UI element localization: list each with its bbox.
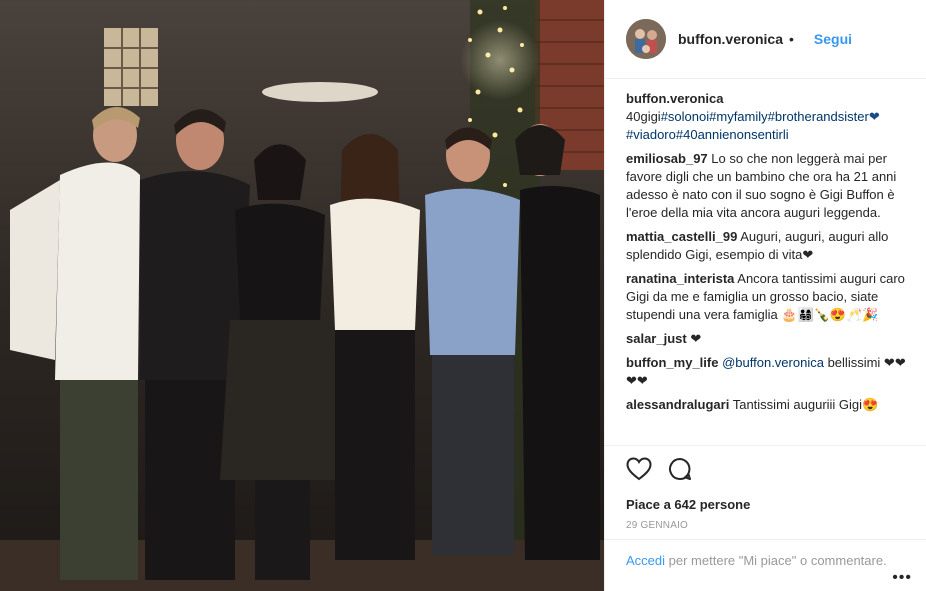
- comment-author[interactable]: ranatina_interista: [626, 271, 734, 286]
- caption-heart: ❤: [868, 109, 880, 124]
- speech-bubble-icon[interactable]: [668, 457, 692, 481]
- hashtag-40annienonsentirli[interactable]: #40annienonsentirli: [676, 127, 789, 142]
- post-photo[interactable]: [0, 0, 604, 591]
- caption-text: 40gigi: [626, 109, 661, 124]
- comment-item: salar_just ❤: [626, 330, 908, 348]
- comment-item: mattia_castelli_99 Auguri, auguri, augur…: [626, 228, 908, 264]
- likes-count[interactable]: Piace a 642 persone: [626, 497, 906, 512]
- caption-author[interactable]: buffon.veronica: [626, 91, 724, 106]
- login-text: per mettere "Mi piace" o commentare.: [668, 553, 887, 568]
- header-username[interactable]: buffon.veronica: [678, 31, 783, 47]
- avatar-image: [626, 19, 666, 59]
- comment-author[interactable]: mattia_castelli_99: [626, 229, 737, 244]
- follow-button[interactable]: Segui: [814, 31, 852, 47]
- comment-mention[interactable]: @buffon.veronica: [722, 355, 824, 370]
- login-prompt: Accedi per mettere "Mi piace" o commenta…: [605, 539, 926, 591]
- comment-author[interactable]: buffon_my_life: [626, 355, 718, 370]
- login-link[interactable]: Accedi: [626, 553, 665, 568]
- comment-author[interactable]: salar_just: [626, 331, 687, 346]
- hashtag-viadoro[interactable]: #viadoro: [626, 127, 676, 142]
- post-date: 29 GENNAIO: [626, 520, 689, 531]
- avatar[interactable]: [626, 19, 666, 59]
- post-actions: Piace a 642 persone 29 GENNAIO: [605, 445, 926, 531]
- comment-item: ranatina_interista Ancora tantissimi aug…: [626, 270, 908, 324]
- comment-item: buffon_my_life @buffon.veronica bellissi…: [626, 354, 908, 390]
- comments-list[interactable]: buffon.veronica 40gigi#solonoi#myfamily#…: [626, 90, 908, 443]
- separator-dot: •: [789, 31, 794, 47]
- comment-author[interactable]: emiliosab_97: [626, 151, 708, 166]
- caption: buffon.veronica 40gigi#solonoi#myfamily#…: [626, 90, 908, 144]
- hashtag-brotherandsister[interactable]: #brotherandsister: [768, 109, 869, 124]
- hashtag-solonoi[interactable]: #solonoi: [661, 109, 709, 124]
- ellipsis-icon[interactable]: •••: [892, 569, 912, 587]
- group-photo-image: [0, 0, 604, 591]
- comment-text: Tantissimi auguriii Gigi😍: [732, 397, 879, 412]
- hashtag-myfamily[interactable]: #myfamily: [709, 109, 768, 124]
- comment-text: ❤: [690, 331, 702, 346]
- comment-item: alessandralugari Tantissimi auguriii Gig…: [626, 396, 908, 414]
- comment-item: emiliosab_97 Lo so che non leggerà mai p…: [626, 150, 908, 222]
- post-header: buffon.veronica • Segui: [605, 0, 926, 79]
- heart-outline-icon[interactable]: [626, 457, 652, 481]
- post-sidebar: buffon.veronica • Segui buffon.veronica …: [604, 0, 926, 591]
- comment-author[interactable]: alessandralugari: [626, 397, 729, 412]
